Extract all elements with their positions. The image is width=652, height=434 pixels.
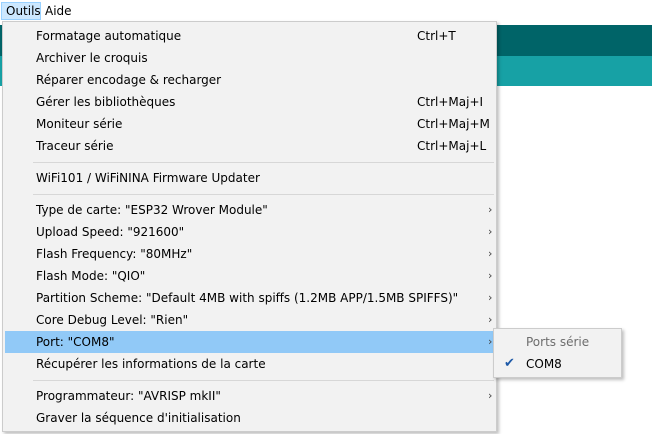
menu-aide[interactable]: Aide	[41, 2, 76, 20]
menu-item-moniteur-serie[interactable]: Moniteur série Ctrl+Maj+M	[5, 113, 494, 135]
menu-item-label: Flash Frequency: "80MHz"	[36, 247, 193, 261]
menu-separator	[33, 162, 494, 163]
chevron-right-icon: ›	[488, 269, 493, 282]
submenu-header-label: Ports série	[526, 335, 590, 349]
chevron-right-icon: ›	[488, 291, 493, 304]
menu-item-reparer-encodage[interactable]: Réparer encodage & recharger	[5, 69, 494, 91]
menu-outils[interactable]: Outils	[1, 2, 41, 20]
menu-item-label: Flash Mode: "QIO"	[36, 269, 146, 283]
menubar: Outils Aide	[0, 0, 652, 22]
menu-item-gerer-bibliotheques[interactable]: Gérer les bibliothèques Ctrl+Maj+I	[5, 91, 494, 113]
menu-item-label: Graver la séquence d'initialisation	[36, 411, 241, 425]
menu-item-label: Gérer les bibliothèques	[36, 95, 176, 109]
menu-item-core-debug-level[interactable]: Core Debug Level: "Rien" ›	[5, 309, 494, 331]
menu-separator	[33, 380, 494, 381]
menu-item-label: Traceur série	[36, 139, 114, 153]
menu-item-label: Port: "COM8"	[36, 335, 115, 349]
menu-item-label: Réparer encodage & recharger	[36, 73, 222, 87]
menu-item-label: WiFi101 / WiFiNINA Firmware Updater	[36, 171, 260, 185]
menu-item-recuperer-informations[interactable]: Récupérer les informations de la carte	[5, 353, 494, 375]
menu-item-label: Upload Speed: "921600"	[36, 225, 185, 239]
menu-item-firmware-updater[interactable]: WiFi101 / WiFiNINA Firmware Updater	[5, 167, 494, 189]
menu-item-label: Archiver le croquis	[36, 51, 148, 65]
menu-item-shortcut: Ctrl+Maj+I	[417, 95, 484, 109]
chevron-right-icon: ›	[488, 389, 493, 402]
menu-item-shortcut: Ctrl+Maj+L	[417, 139, 487, 153]
menu-item-formatage[interactable]: Formatage automatique Ctrl+T	[5, 25, 494, 47]
menu-separator	[33, 194, 494, 195]
menu-item-graver-sequence[interactable]: Graver la séquence d'initialisation	[5, 407, 494, 429]
menu-item-upload-speed[interactable]: Upload Speed: "921600" ›	[5, 221, 494, 243]
chevron-right-icon: ›	[488, 203, 493, 216]
menu-item-shortcut: Ctrl+T	[417, 29, 456, 43]
chevron-right-icon: ›	[488, 247, 493, 260]
outils-dropdown-menu: Formatage automatique Ctrl+T Archiver le…	[2, 21, 497, 432]
chevron-right-icon: ›	[488, 225, 493, 238]
menu-item-programmateur[interactable]: Programmateur: "AVRISP mkII" ›	[5, 385, 494, 407]
port-submenu: Ports série ✔ COM8	[493, 328, 622, 378]
menu-item-type-de-carte[interactable]: Type de carte: "ESP32 Wrover Module" ›	[5, 199, 494, 221]
menu-item-port[interactable]: Port: "COM8" ›	[5, 331, 494, 353]
submenu-item-com8[interactable]: ✔ COM8	[496, 353, 619, 375]
chevron-right-icon: ›	[488, 335, 493, 348]
menu-item-archiver[interactable]: Archiver le croquis	[5, 47, 494, 69]
menu-item-label: Récupérer les informations de la carte	[36, 357, 266, 371]
menu-item-label: Programmateur: "AVRISP mkII"	[36, 389, 221, 403]
chevron-right-icon: ›	[488, 313, 493, 326]
submenu-item-label: COM8	[526, 357, 562, 371]
menu-item-traceur-serie[interactable]: Traceur série Ctrl+Maj+L	[5, 135, 494, 157]
menu-item-partition-scheme[interactable]: Partition Scheme: "Default 4MB with spif…	[5, 287, 494, 309]
menu-item-flash-mode[interactable]: Flash Mode: "QIO" ›	[5, 265, 494, 287]
checkmark-icon: ✔	[504, 356, 515, 371]
menu-item-label: Formatage automatique	[36, 29, 182, 43]
submenu-header: Ports série	[496, 331, 619, 353]
menu-item-label: Core Debug Level: "Rien"	[36, 313, 189, 327]
menu-item-label: Type de carte: "ESP32 Wrover Module"	[36, 203, 268, 217]
menu-item-shortcut: Ctrl+Maj+M	[417, 117, 490, 131]
menu-item-label: Partition Scheme: "Default 4MB with spif…	[36, 291, 459, 305]
menu-item-label: Moniteur série	[36, 117, 123, 131]
menu-item-flash-frequency[interactable]: Flash Frequency: "80MHz" ›	[5, 243, 494, 265]
